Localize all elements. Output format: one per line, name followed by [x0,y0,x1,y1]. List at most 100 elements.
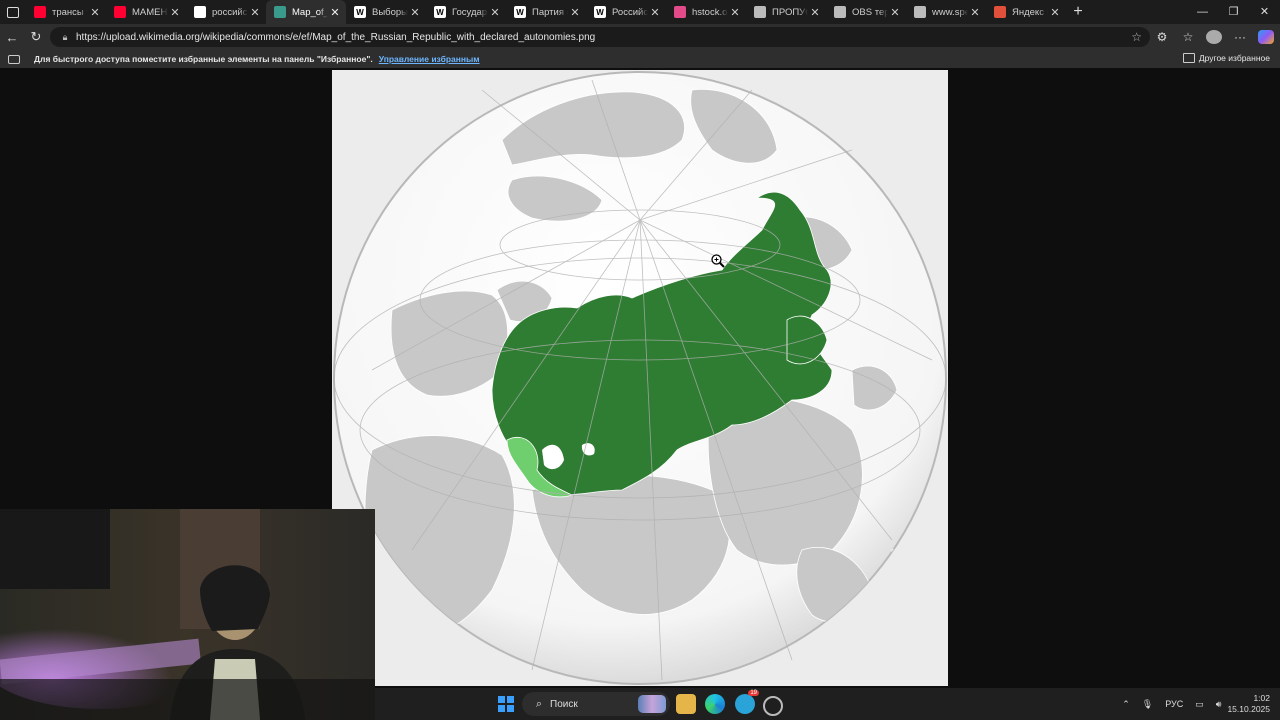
file-explorer-icon[interactable] [676,694,696,714]
map-image[interactable] [332,70,948,686]
wikipedia-icon: W [514,6,526,18]
tab-strip: трансы тохо✕МАМЕНЬКИ✕российская✕Map_of_t… [0,0,1280,24]
globe-icon [754,6,766,18]
tab-title: Российская [612,6,648,18]
globe-icon [834,6,846,18]
back-button[interactable]: ← [0,30,24,45]
tab-actions-button[interactable] [0,0,26,24]
search-icon: ⌕ [535,697,543,710]
manage-favorites-link[interactable]: Управление избранным [379,54,480,64]
tab-title: российская [212,6,248,18]
system-tray: ⌃ 🎙︎ РУС ▭ 🔊︎ 1:02 15.10.2025 [1116,688,1280,720]
webcam-overlay [0,509,375,720]
browser-tab[interactable]: трансы тохо✕ [26,0,106,24]
close-tab-icon[interactable]: ✕ [170,6,180,19]
wikipedia-icon: W [434,6,446,18]
close-tab-icon[interactable]: ✕ [810,6,820,19]
zoom-in-cursor-icon [711,254,725,268]
windows-taskbar: ⌕ Поиск 19 ⌃ 🎙︎ РУС ▭ 🔊︎ 1:02 15.10.2025 [375,688,1280,720]
favorites-bar-icon [8,54,20,64]
clock-time: 1:02 [1253,693,1270,703]
network-icon[interactable]: ▭ [1195,699,1204,710]
obs-icon[interactable] [763,696,783,716]
tab-title: МАМЕНЬКИ [132,6,168,18]
youtube-icon [34,6,46,18]
tab-title: www.speedt [932,6,968,18]
browser-tab[interactable]: Map_of_the_✕ [266,0,346,24]
language-indicator[interactable]: РУС [1165,699,1183,709]
browser-tab[interactable]: W Российская✕ [586,0,666,24]
yandex-icon [994,6,1006,18]
tab-title: Map_of_the_ [292,6,328,18]
search-placeholder: Поиск [550,698,578,710]
wikipedia-icon: W [594,6,606,18]
tab-title: hstock.org/ [692,6,728,18]
minimize-button[interactable]: — [1187,0,1218,24]
microphone-icon[interactable]: 🎙︎ [1142,699,1153,710]
tab-title: Выборы во [372,6,408,18]
google-icon [194,6,206,18]
close-window-button[interactable]: ✕ [1249,0,1280,24]
tab-title: трансы тохо [52,6,88,18]
reload-button[interactable]: ↻ [24,29,48,45]
close-tab-icon[interactable]: ✕ [410,6,420,19]
clock[interactable]: 1:02 15.10.2025 [1227,693,1270,715]
browser-tab[interactable]: hstock.org/✕ [666,0,746,24]
more-menu-icon[interactable]: ··· [1232,30,1248,44]
volume-icon[interactable]: 🔊︎ [1216,699,1222,710]
copilot-icon[interactable] [1258,30,1274,44]
tab-title: ПРОПУСК [772,6,808,18]
tab-title: Государстве [452,6,488,18]
close-tab-icon[interactable]: ✕ [330,6,340,19]
browser-tab[interactable]: МАМЕНЬКИ✕ [106,0,186,24]
taskbar-search[interactable]: ⌕ Поиск [522,692,670,716]
webcam-feed [0,509,375,720]
browser-tab[interactable]: Яндекс Инт✕ [986,0,1066,24]
tray-overflow-chevron-icon[interactable]: ⌃ [1122,699,1130,710]
close-tab-icon[interactable]: ✕ [890,6,900,19]
browser-tab[interactable]: W Партия соц✕ [506,0,586,24]
restore-button[interactable]: ❐ [1218,0,1249,24]
orthographic-map [333,71,947,685]
search-highlight-image [638,695,666,713]
hstock-icon [674,6,686,18]
favorites-bar: Для быстрого доступа поместите избранные… [0,50,1280,68]
address-bar[interactable]: 🔒︎ https://upload.wikimedia.org/wikipedi… [50,27,1150,47]
tab-title: Яндекс Инт [1012,6,1048,18]
url-text[interactable]: https://upload.wikimedia.org/wikipedia/c… [76,32,595,43]
new-tab-button[interactable]: + [1066,3,1090,21]
browser-tab[interactable]: www.speedt✕ [906,0,986,24]
close-tab-icon[interactable]: ✕ [970,6,980,19]
close-tab-icon[interactable]: ✕ [570,6,580,19]
browser-tab[interactable]: W Государстве✕ [426,0,506,24]
profile-avatar[interactable] [1206,30,1222,44]
folder-icon [1182,53,1195,63]
start-button[interactable] [498,696,514,712]
favorite-star-icon[interactable]: ☆ [1131,30,1142,44]
tab-actions-icon [7,6,19,18]
toolbar: ← ↻ 🔒︎ https://upload.wikimedia.org/wiki… [0,24,1280,50]
wikipedia-icon: W [354,6,366,18]
browser-tab[interactable]: российская✕ [186,0,266,24]
close-tab-icon[interactable]: ✕ [250,6,260,19]
lock-icon[interactable]: 🔒︎ [54,32,76,43]
telegram-badge: 19 [748,690,759,696]
favorites-icon[interactable]: ☆ [1180,30,1196,44]
close-tab-icon[interactable]: ✕ [730,6,740,19]
other-favorites-button[interactable]: Другое избранное [1182,53,1270,63]
favorites-hint: Для быстрого доступа поместите избранные… [34,54,373,64]
youtube-icon [114,6,126,18]
extensions-icon[interactable]: ⚙ [1154,30,1170,44]
close-tab-icon[interactable]: ✕ [90,6,100,19]
browser-tab[interactable]: W Выборы во✕ [346,0,426,24]
close-tab-icon[interactable]: ✕ [490,6,500,19]
close-tab-icon[interactable]: ✕ [1050,6,1060,19]
window-controls: — ❐ ✕ [1187,0,1280,24]
edge-icon[interactable] [705,694,725,714]
wikimedia-icon [274,6,286,18]
browser-tab[interactable]: OBS теряет✕ [826,0,906,24]
browser-tab[interactable]: ПРОПУСК✕ [746,0,826,24]
close-tab-icon[interactable]: ✕ [650,6,660,19]
telegram-icon[interactable]: 19 [735,690,759,714]
page-icon [914,6,926,18]
